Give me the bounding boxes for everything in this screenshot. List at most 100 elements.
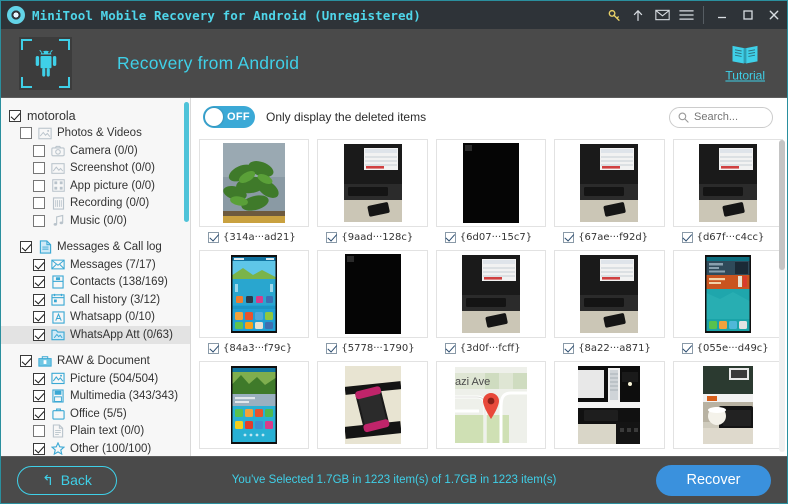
thumbnail-black-2[interactable] xyxy=(317,250,427,338)
checkbox[interactable] xyxy=(33,329,45,341)
checkbox[interactable] xyxy=(33,294,45,306)
thumbnail-android-home-3[interactable] xyxy=(199,361,309,449)
checkbox[interactable] xyxy=(20,127,32,139)
checkbox[interactable] xyxy=(20,241,32,253)
upgrade-arrow-icon[interactable] xyxy=(626,1,650,29)
sidebar-item-screenshot-0-0[interactable]: Screenshot (0/0) xyxy=(1,160,190,178)
sidebar-item-call-history-3-12[interactable]: Call history (3/12) xyxy=(1,291,190,309)
checkbox[interactable] xyxy=(33,215,45,227)
deleted-items-toggle[interactable]: OFF xyxy=(203,106,255,128)
key-icon[interactable] xyxy=(602,1,626,29)
grid-item[interactable] xyxy=(554,358,664,456)
checkbox[interactable] xyxy=(33,390,45,402)
grid-item-checkbox[interactable] xyxy=(326,232,337,243)
grid-item[interactable]: {84a3···f79c} xyxy=(199,247,309,358)
recover-button[interactable]: Recover xyxy=(656,465,771,496)
sidebar-item-picture-504-504[interactable]: Picture (504/504) xyxy=(1,370,190,388)
checkbox[interactable] xyxy=(33,145,45,157)
checkbox[interactable] xyxy=(33,373,45,385)
sidebar-scrollbar-thumb[interactable] xyxy=(184,102,189,222)
sidebar-item-messages-7-17[interactable]: Messages (7/17) xyxy=(1,256,190,274)
thumbnail-dark-desk[interactable] xyxy=(554,361,664,449)
checkbox[interactable] xyxy=(33,259,45,271)
sidebar-item-plain-text-0-0[interactable]: Plain text (0/0) xyxy=(1,423,190,441)
tutorial-link[interactable]: Tutorial xyxy=(725,44,765,83)
grid-item-checkbox[interactable] xyxy=(326,343,337,354)
sidebar-item-motorola[interactable]: motorola xyxy=(1,107,190,125)
checkbox[interactable] xyxy=(33,276,45,288)
thumbnail-desk-monitor-4[interactable] xyxy=(436,250,546,338)
checkbox[interactable] xyxy=(33,311,45,323)
sidebar-item-camera-0-0[interactable]: Camera (0/0) xyxy=(1,142,190,160)
grid-item[interactable] xyxy=(199,358,309,456)
checkbox[interactable] xyxy=(33,162,45,174)
thumbnail-desk-monitor-5[interactable] xyxy=(554,250,664,338)
thumbnail-desk-monitor[interactable] xyxy=(317,139,427,227)
minimize-button[interactable] xyxy=(709,1,735,29)
grid-item-checkbox[interactable] xyxy=(445,232,456,243)
mail-icon[interactable] xyxy=(650,1,674,29)
sidebar-item-other-100-100[interactable]: Other (100/100) xyxy=(1,440,190,456)
grid-item[interactable]: {67ae···f92d} xyxy=(554,136,664,247)
sidebar-item-office-5-5[interactable]: Office (5/5) xyxy=(1,405,190,423)
thumbnail-desk-monitor-2[interactable] xyxy=(554,139,664,227)
grid-item[interactable]: {9aad···128c} xyxy=(317,136,427,247)
sidebar-item-photos-videos[interactable]: Photos & Videos xyxy=(1,125,190,143)
grid-item[interactable]: {d67f···c4cc} xyxy=(673,136,783,247)
checkbox[interactable] xyxy=(33,408,45,420)
thumbnail-plant[interactable] xyxy=(199,139,309,227)
sidebar-item-recording-0-0[interactable]: Recording (0/0) xyxy=(1,195,190,213)
checkbox[interactable] xyxy=(20,355,32,367)
grid-item[interactable]: {5778···1790} xyxy=(317,247,427,358)
grid-item[interactable]: {055e···d49c} xyxy=(673,247,783,358)
checkbox[interactable] xyxy=(33,425,45,437)
grid-item[interactable]: {6d07···15c7} xyxy=(436,136,546,247)
thumbnail-android-home-2[interactable] xyxy=(673,250,783,338)
sidebar-item-contacts-138-169[interactable]: Contacts (138/169) xyxy=(1,274,190,292)
grid-item-caption xyxy=(199,449,309,456)
grid-item-checkbox[interactable] xyxy=(682,232,693,243)
sidebar-item-label: Messages (7/17) xyxy=(70,259,156,271)
menu-icon[interactable] xyxy=(674,1,698,29)
sidebar-item-raw-document[interactable]: RAW & Document xyxy=(1,353,190,371)
grid-item-checkbox[interactable] xyxy=(208,343,219,354)
sidebar-item-multimedia-343-343[interactable]: Multimedia (343/343) xyxy=(1,388,190,406)
grid-item[interactable]: {8a22···a871} xyxy=(554,247,664,358)
search-box[interactable] xyxy=(669,107,773,128)
grid-item-checkbox[interactable] xyxy=(208,232,219,243)
thumbnail-desk-monitor-3[interactable] xyxy=(673,139,783,227)
back-button[interactable]: ↰ Back xyxy=(17,466,117,495)
sidebar-item-whatsapp-att-0-63[interactable]: WhatsApp Att (0/63) xyxy=(1,326,190,344)
close-button[interactable] xyxy=(761,1,787,29)
rawdoc-icon xyxy=(38,354,52,368)
thumbnail-phone-paper[interactable] xyxy=(317,361,427,449)
checkbox[interactable] xyxy=(33,180,45,192)
window-title: MiniTool Mobile Recovery for Android (Un… xyxy=(32,8,421,23)
grid-item-checkbox[interactable] xyxy=(563,232,574,243)
sidebar-item-messages-call-log[interactable]: Messages & Call log xyxy=(1,239,190,257)
sidebar-item-app-picture-0-0[interactable]: App picture (0/0) xyxy=(1,177,190,195)
grid-item[interactable]: azi Ave xyxy=(436,358,546,456)
grid-item[interactable]: {3d0f···fcff} xyxy=(436,247,546,358)
grid-item[interactable] xyxy=(317,358,427,456)
thumbnail-map[interactable]: azi Ave xyxy=(436,361,546,449)
sidebar-item-label: Other (100/100) xyxy=(70,443,151,455)
grid-item-checkbox[interactable] xyxy=(682,343,693,354)
checkbox[interactable] xyxy=(33,443,45,455)
grid-item-checkbox[interactable] xyxy=(445,343,456,354)
grid-scrollbar-thumb[interactable] xyxy=(779,140,785,270)
sidebar-item-whatsapp-0-10[interactable]: Whatsapp (0/10) xyxy=(1,309,190,327)
thumbnail-android-home[interactable] xyxy=(199,250,309,338)
grid-scrollbar-track[interactable] xyxy=(779,140,785,452)
maximize-button[interactable] xyxy=(735,1,761,29)
grid-item[interactable] xyxy=(673,358,783,456)
thumbnail-desk-cup[interactable] xyxy=(673,361,783,449)
checkbox[interactable] xyxy=(9,110,21,122)
thumbnail-black[interactable] xyxy=(436,139,546,227)
grid-item-checkbox[interactable] xyxy=(563,343,574,354)
grid-item-caption xyxy=(673,449,783,456)
search-input[interactable] xyxy=(694,111,764,123)
sidebar-item-music-0-0[interactable]: Music (0/0) xyxy=(1,212,190,230)
checkbox[interactable] xyxy=(33,197,45,209)
grid-item[interactable]: {314a···ad21} xyxy=(199,136,309,247)
